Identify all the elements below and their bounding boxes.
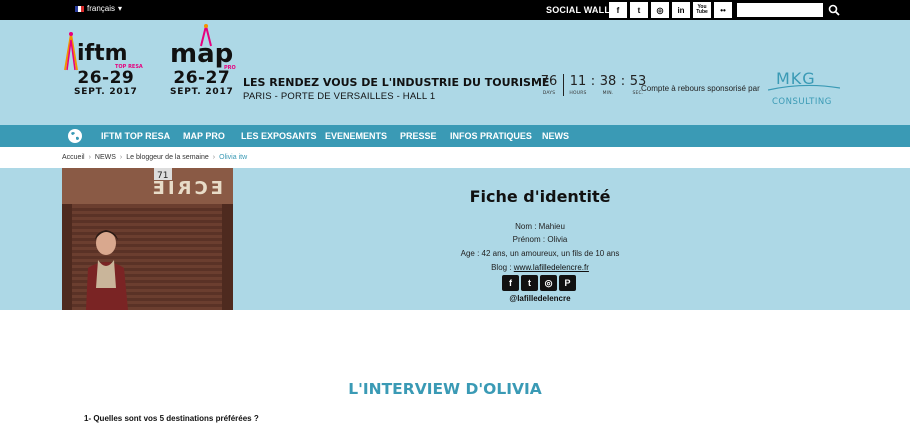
map-month: SEPT. 2017	[170, 87, 234, 97]
identity-section: ECRIE 71 Fiche d'identité Nom : Mahieu P…	[0, 168, 910, 310]
mkg-logo-sub: CONSULTING	[772, 97, 832, 107]
sponsor-text: Compte à rebours sponsorisé par	[641, 84, 760, 93]
nav-item-news[interactable]: NEWS	[542, 131, 569, 141]
iftm-month: SEPT. 2017	[74, 87, 138, 97]
pinterest-icon[interactable]: P	[559, 275, 576, 291]
flickr-icon[interactable]: ••	[714, 2, 732, 18]
top-bar: français ▾ SOCIAL WALL f t ◎ in You Tube ••	[0, 0, 910, 20]
identity-nom: Nom : Mahieu	[515, 222, 565, 231]
mkg-consulting-logo[interactable]: MKG CONSULTING	[768, 66, 840, 108]
breadcrumb-separator: ›	[212, 154, 216, 161]
event-location: PARIS - PORTE DE VERSAILLES - HALL 1	[243, 91, 436, 102]
blogger-photo: ECRIE 71	[62, 168, 233, 310]
language-label: français	[87, 4, 116, 13]
twitter-icon[interactable]: t	[521, 275, 538, 291]
breadcrumb-news[interactable]: NEWS	[95, 154, 116, 161]
linkedin-icon[interactable]: in	[672, 2, 690, 18]
shutter-slat	[72, 214, 222, 217]
social-wall-link[interactable]: SOCIAL WALL	[546, 5, 610, 15]
globe-icon[interactable]	[67, 128, 83, 144]
shutter-slat	[72, 208, 222, 211]
main-nav: IFTM TOP RESA MAP PRO LES EXPOSANTS EVEN…	[0, 125, 910, 147]
countdown-divider	[563, 74, 564, 96]
identity-blog: Blog : www.lafilledelencre.fr	[410, 263, 670, 272]
french-flag-icon	[75, 5, 84, 12]
search-input[interactable]	[737, 3, 823, 17]
iftm-days: 26-29	[77, 68, 135, 88]
nav-item-exposants[interactable]: LES EXPOSANTS	[241, 131, 317, 141]
nav-item-map-pro[interactable]: MAP PRO	[183, 131, 225, 141]
facebook-icon[interactable]: f	[609, 2, 627, 18]
identity-age: Age : 42 ans, un amoureux, un fils de 10…	[460, 249, 620, 258]
countdown-hours: 11 HOURS	[569, 74, 587, 96]
photo-shop-sign: ECRIE	[150, 178, 223, 199]
shutter-slat	[72, 220, 222, 223]
breadcrumb-current: Olivia itw	[219, 154, 248, 161]
nav-item-presse[interactable]: PRESSE	[400, 131, 437, 141]
nav-item-iftm-top-resa[interactable]: IFTM TOP RESA	[101, 131, 170, 141]
youtube-icon[interactable]: You Tube	[693, 2, 711, 18]
map-days: 26-27	[173, 68, 231, 88]
blogger-social-links: f t ◎ P	[502, 275, 576, 291]
iftm-dates: 26-29 SEPT. 2017	[74, 68, 138, 97]
blog-link[interactable]: www.lafilledelencre.fr	[514, 263, 589, 272]
question-1: 1- Quelles sont vos 5 destinations préfé…	[84, 414, 259, 423]
social-handle: @lafilledelencre	[509, 294, 571, 303]
countdown-days: 76 DAYS	[540, 74, 558, 96]
shutter-slat	[72, 238, 222, 241]
shutter-slat	[72, 244, 222, 247]
breadcrumb-home[interactable]: Accueil	[62, 154, 85, 161]
article-title: L'INTERVIEW D'OLIVIA	[348, 380, 542, 398]
breadcrumb-separator: ›	[88, 154, 91, 161]
instagram-icon[interactable]: ◎	[651, 2, 669, 18]
iftm-logo-text: iftm	[77, 41, 128, 66]
map-dates: 26-27 SEPT. 2017	[170, 68, 234, 97]
shutter-slat	[72, 226, 222, 229]
breadcrumb-separator: ›	[119, 154, 123, 161]
identity-prenom: Prénom : Olivia	[512, 235, 568, 244]
instagram-icon[interactable]: ◎	[540, 275, 557, 291]
nav-item-evenements[interactable]: EVENEMENTS	[325, 131, 387, 141]
photo-number-sign: 71	[157, 171, 168, 181]
search-icon[interactable]	[828, 4, 840, 16]
shutter-slat	[72, 232, 222, 235]
countdown-timer: 76 DAYS 11 HOURS : 38 MIN. : 53 SEC.	[537, 74, 650, 96]
shutter-slat	[72, 256, 222, 259]
nav-item-infos-pratiques[interactable]: INFOS PRATIQUES	[450, 131, 532, 141]
twitter-icon[interactable]: t	[630, 2, 648, 18]
language-selector[interactable]: français ▾	[75, 4, 122, 13]
tagline: LES RENDEZ VOUS DE L'INDUSTRIE DU TOURIS…	[243, 76, 550, 89]
shutter-slat	[72, 250, 222, 253]
social-links: f t ◎ in You Tube ••	[609, 2, 732, 18]
facebook-icon[interactable]: f	[502, 275, 519, 291]
identity-title: Fiche d'identité	[469, 187, 611, 206]
blog-label: Blog :	[491, 263, 514, 272]
header: iftm TOP RESA map PRO 26-29 SEPT. 2017 2…	[0, 20, 910, 125]
caret-down-icon: ▾	[118, 4, 123, 13]
breadcrumb-blogger[interactable]: Le bloggeur de la semaine	[126, 154, 209, 161]
countdown-minutes: 38 MIN.	[599, 74, 617, 96]
breadcrumb: Accueil › NEWS › Le bloggeur de la semai…	[62, 154, 247, 161]
